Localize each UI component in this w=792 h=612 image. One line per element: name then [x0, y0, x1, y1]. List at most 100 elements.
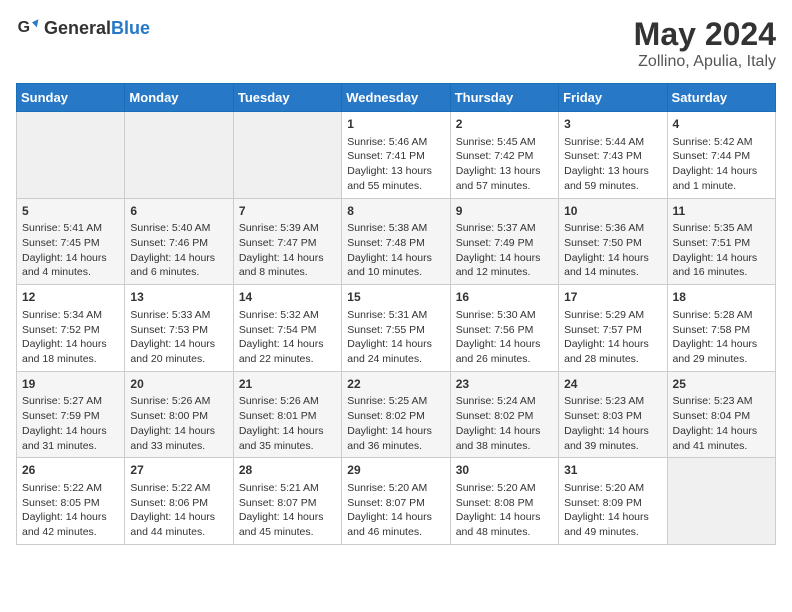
day-info-line: Sunset: 7:59 PM [22, 409, 119, 424]
day-info-line: Sunset: 7:54 PM [239, 323, 336, 338]
day-info-line: Sunrise: 5:32 AM [239, 308, 336, 323]
calendar-week-row: 12Sunrise: 5:34 AMSunset: 7:52 PMDayligh… [17, 285, 776, 372]
day-info-line: Sunset: 8:07 PM [239, 496, 336, 511]
calendar-day-cell: 30Sunrise: 5:20 AMSunset: 8:08 PMDayligh… [450, 458, 558, 545]
calendar-day-cell: 12Sunrise: 5:34 AMSunset: 7:52 PMDayligh… [17, 285, 125, 372]
day-info-line: Sunrise: 5:36 AM [564, 221, 661, 236]
day-info-line: Sunset: 7:42 PM [456, 149, 553, 164]
day-info-line: Sunrise: 5:44 AM [564, 135, 661, 150]
day-number: 30 [456, 462, 553, 479]
calendar-day-cell: 19Sunrise: 5:27 AMSunset: 7:59 PMDayligh… [17, 371, 125, 458]
day-number: 7 [239, 203, 336, 220]
day-of-week-header: Tuesday [233, 84, 341, 112]
day-info-line: Sunrise: 5:25 AM [347, 394, 444, 409]
day-info-line: Sunrise: 5:23 AM [564, 394, 661, 409]
day-info-line: Sunrise: 5:30 AM [456, 308, 553, 323]
logo-text-blue: Blue [111, 18, 150, 38]
calendar-day-cell: 15Sunrise: 5:31 AMSunset: 7:55 PMDayligh… [342, 285, 450, 372]
day-info-line: Sunrise: 5:23 AM [673, 394, 770, 409]
day-info-line: Daylight: 14 hours and 49 minutes. [564, 510, 661, 539]
calendar-day-cell: 5Sunrise: 5:41 AMSunset: 7:45 PMDaylight… [17, 198, 125, 285]
day-info-line: Sunset: 7:52 PM [22, 323, 119, 338]
day-number: 31 [564, 462, 661, 479]
day-info-line: Daylight: 14 hours and 45 minutes. [239, 510, 336, 539]
day-of-week-header: Saturday [667, 84, 775, 112]
day-info-line: Sunrise: 5:20 AM [564, 481, 661, 496]
day-info-line: Sunset: 7:50 PM [564, 236, 661, 251]
day-info-line: Daylight: 14 hours and 35 minutes. [239, 424, 336, 453]
day-info-line: Daylight: 14 hours and 4 minutes. [22, 251, 119, 280]
calendar-day-cell: 23Sunrise: 5:24 AMSunset: 8:02 PMDayligh… [450, 371, 558, 458]
day-info-line: Sunset: 7:41 PM [347, 149, 444, 164]
day-info-line: Daylight: 14 hours and 24 minutes. [347, 337, 444, 366]
day-number: 21 [239, 376, 336, 393]
day-info-line: Sunrise: 5:42 AM [673, 135, 770, 150]
day-info-line: Daylight: 13 hours and 57 minutes. [456, 164, 553, 193]
day-number: 23 [456, 376, 553, 393]
calendar-day-cell: 7Sunrise: 5:39 AMSunset: 7:47 PMDaylight… [233, 198, 341, 285]
day-info-line: Sunset: 7:57 PM [564, 323, 661, 338]
day-info-line: Sunset: 7:45 PM [22, 236, 119, 251]
day-info-line: Daylight: 14 hours and 46 minutes. [347, 510, 444, 539]
calendar-week-row: 26Sunrise: 5:22 AMSunset: 8:05 PMDayligh… [17, 458, 776, 545]
calendar-day-cell: 18Sunrise: 5:28 AMSunset: 7:58 PMDayligh… [667, 285, 775, 372]
day-number: 19 [22, 376, 119, 393]
day-info-line: Sunrise: 5:22 AM [130, 481, 227, 496]
day-info-line: Sunset: 7:58 PM [673, 323, 770, 338]
calendar-day-cell: 29Sunrise: 5:20 AMSunset: 8:07 PMDayligh… [342, 458, 450, 545]
day-number: 20 [130, 376, 227, 393]
day-info-line: Sunset: 8:05 PM [22, 496, 119, 511]
day-info-line: Sunset: 7:56 PM [456, 323, 553, 338]
day-number: 11 [673, 203, 770, 220]
calendar-week-row: 1Sunrise: 5:46 AMSunset: 7:41 PMDaylight… [17, 112, 776, 199]
day-number: 16 [456, 289, 553, 306]
day-number: 18 [673, 289, 770, 306]
day-info-line: Sunrise: 5:28 AM [673, 308, 770, 323]
day-number: 13 [130, 289, 227, 306]
calendar-day-cell: 14Sunrise: 5:32 AMSunset: 7:54 PMDayligh… [233, 285, 341, 372]
day-info-line: Sunrise: 5:31 AM [347, 308, 444, 323]
calendar-day-cell: 3Sunrise: 5:44 AMSunset: 7:43 PMDaylight… [559, 112, 667, 199]
month-title: May 2024 [634, 16, 776, 53]
day-info-line: Sunrise: 5:33 AM [130, 308, 227, 323]
calendar-day-cell: 2Sunrise: 5:45 AMSunset: 7:42 PMDaylight… [450, 112, 558, 199]
day-info-line: Sunrise: 5:26 AM [130, 394, 227, 409]
day-info-line: Daylight: 13 hours and 59 minutes. [564, 164, 661, 193]
day-number: 3 [564, 116, 661, 133]
day-info-line: Sunrise: 5:40 AM [130, 221, 227, 236]
day-info-line: Sunrise: 5:21 AM [239, 481, 336, 496]
day-info-line: Sunrise: 5:45 AM [456, 135, 553, 150]
day-number: 8 [347, 203, 444, 220]
day-info-line: Daylight: 14 hours and 36 minutes. [347, 424, 444, 453]
calendar-day-cell: 26Sunrise: 5:22 AMSunset: 8:05 PMDayligh… [17, 458, 125, 545]
calendar-day-cell: 31Sunrise: 5:20 AMSunset: 8:09 PMDayligh… [559, 458, 667, 545]
calendar-day-cell: 22Sunrise: 5:25 AMSunset: 8:02 PMDayligh… [342, 371, 450, 458]
day-info-line: Sunset: 8:04 PM [673, 409, 770, 424]
day-info-line: Daylight: 13 hours and 55 minutes. [347, 164, 444, 193]
calendar-day-cell [125, 112, 233, 199]
day-info-line: Daylight: 14 hours and 12 minutes. [456, 251, 553, 280]
day-of-week-header: Sunday [17, 84, 125, 112]
day-info-line: Daylight: 14 hours and 33 minutes. [130, 424, 227, 453]
day-info-line: Daylight: 14 hours and 31 minutes. [22, 424, 119, 453]
day-info-line: Sunrise: 5:27 AM [22, 394, 119, 409]
day-info-line: Sunset: 8:01 PM [239, 409, 336, 424]
calendar-day-cell: 21Sunrise: 5:26 AMSunset: 8:01 PMDayligh… [233, 371, 341, 458]
day-of-week-header: Friday [559, 84, 667, 112]
day-info-line: Daylight: 14 hours and 22 minutes. [239, 337, 336, 366]
logo-text-general: General [44, 18, 111, 38]
day-info-line: Sunrise: 5:22 AM [22, 481, 119, 496]
day-info-line: Daylight: 14 hours and 20 minutes. [130, 337, 227, 366]
day-info-line: Daylight: 14 hours and 44 minutes. [130, 510, 227, 539]
day-info-line: Daylight: 14 hours and 8 minutes. [239, 251, 336, 280]
day-info-line: Sunset: 7:55 PM [347, 323, 444, 338]
day-info-line: Sunrise: 5:41 AM [22, 221, 119, 236]
calendar-day-cell: 25Sunrise: 5:23 AMSunset: 8:04 PMDayligh… [667, 371, 775, 458]
calendar-day-cell: 4Sunrise: 5:42 AMSunset: 7:44 PMDaylight… [667, 112, 775, 199]
title-area: May 2024 Zollino, Apulia, Italy [634, 16, 776, 71]
calendar-day-cell [233, 112, 341, 199]
day-info-line: Sunrise: 5:39 AM [239, 221, 336, 236]
day-info-line: Sunset: 8:07 PM [347, 496, 444, 511]
day-of-week-header: Monday [125, 84, 233, 112]
day-number: 17 [564, 289, 661, 306]
